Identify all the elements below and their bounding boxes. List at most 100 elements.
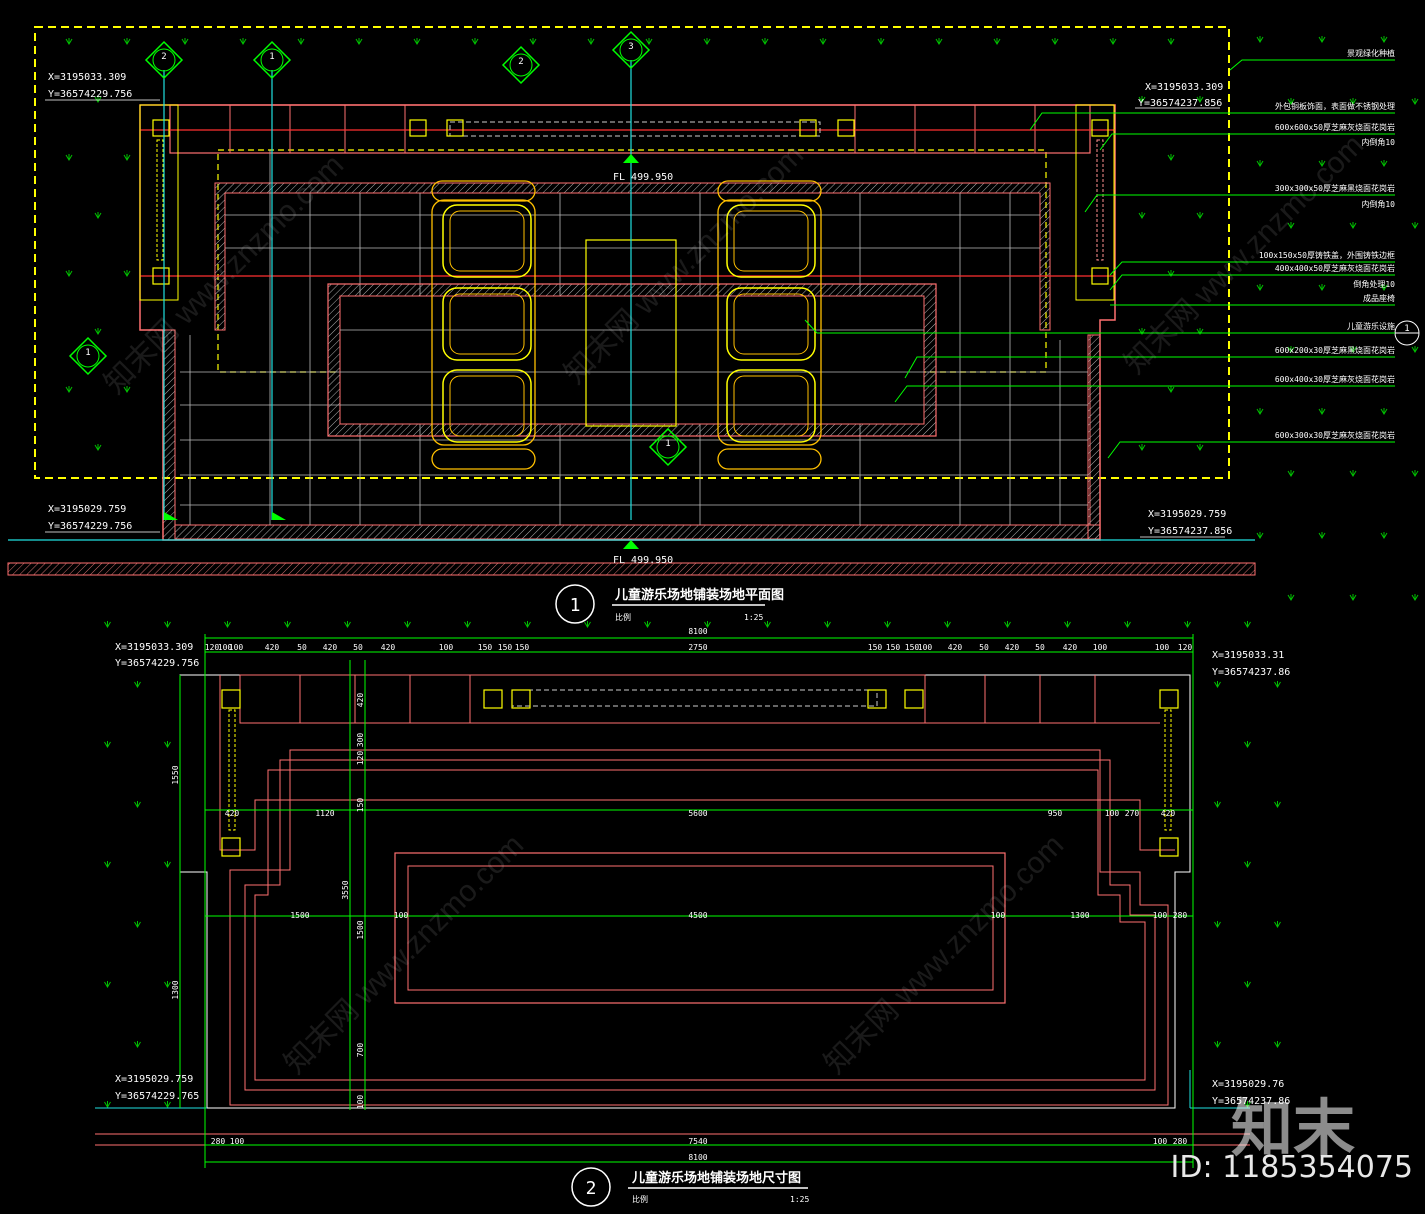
edge-band-left [162, 329, 176, 541]
grass-symbol [1138, 444, 1146, 451]
svg-text:3: 3 [628, 42, 633, 52]
grass-symbol [824, 621, 831, 628]
dimension-labels: 120100100 420 50 420 50 420 100 150 150 150 2750 15… [171, 627, 1192, 1162]
grass-symbol [1256, 160, 1264, 167]
grass-symbol [1184, 621, 1191, 628]
coord2-bl-y: Y=36574229.765 [115, 1091, 199, 1102]
grass-symbol [1318, 36, 1326, 43]
dimension-label: 7540 [688, 1137, 707, 1146]
cad-drawing-canvas[interactable]: FL 499.950 FL 499.950 X=3195033.309 Y=36… [0, 0, 1425, 1210]
dimension-label: 2750 [688, 643, 707, 652]
grass-symbol [1287, 470, 1295, 477]
grass-symbol [1196, 444, 1204, 451]
dimension-label: 280 [1173, 911, 1188, 920]
grass-symbol [703, 38, 711, 45]
callout-leader [1107, 441, 1395, 459]
section-marker[interactable]: 1 [68, 336, 108, 376]
grass-symbol [104, 1101, 111, 1108]
grass-symbol [819, 38, 827, 45]
callout-text: 儿童游乐设施 [1347, 321, 1395, 331]
dimension-label: 150 [886, 643, 901, 652]
seat-module [442, 204, 532, 278]
drain-channel [449, 121, 821, 137]
grass-symbol [1138, 212, 1146, 219]
callout-text: 内倒角10 [1361, 199, 1395, 209]
coord-br-y: Y=36574237.856 [1148, 526, 1232, 537]
seat-cushion [449, 210, 525, 272]
svg-text:2: 2 [518, 57, 523, 67]
grass-symbol [877, 38, 885, 45]
grass-symbol [94, 444, 102, 451]
dimension-label: 280 [211, 1137, 226, 1146]
grass-symbol [1349, 594, 1357, 601]
grass-symbol [1318, 284, 1326, 291]
coord2-tr-x: X=3195033.31 [1212, 650, 1284, 661]
grass-symbol [587, 38, 595, 45]
callout-leader [1109, 274, 1395, 291]
coord-tl-y: Y=36574229.756 [48, 89, 132, 100]
grass-symbol [1318, 408, 1326, 415]
dimension-label: 100 [991, 911, 1006, 920]
grass-symbol [1167, 38, 1175, 45]
dimension-label: 100 [229, 643, 244, 652]
dimension-label: 50 [353, 643, 363, 652]
grass-symbol [1411, 470, 1419, 477]
grass-symbol [1349, 222, 1357, 229]
callout-text: 外包铜板饰面，表面做不锈钢处理 [1275, 101, 1395, 111]
plan2-title: 2 儿童游乐场地铺装场地尺寸图 比例 1:25 [571, 1167, 809, 1207]
section-marker[interactable]: 2 [501, 45, 541, 85]
grass-symbol [1004, 621, 1011, 628]
dimension-label: 100 [1093, 643, 1108, 652]
coord-br-x: X=3195029.759 [1148, 509, 1226, 520]
coord2-bl-x: X=3195029.759 [115, 1074, 193, 1085]
grass-symbol [1051, 38, 1059, 45]
coord-tr-x: X=3195033.309 [1145, 82, 1223, 93]
grass-symbol [164, 621, 171, 628]
grass-symbol [134, 921, 141, 928]
dimension-label: 700 [356, 1043, 365, 1058]
grass-symbol [645, 38, 653, 45]
grass-symbol [123, 270, 131, 277]
dimension-label: 950 [1048, 809, 1063, 818]
callout-leader [894, 385, 1395, 403]
dimension-label: 1120 [315, 809, 334, 818]
grass-symbol [1274, 921, 1281, 928]
dimension-label: 50 [297, 643, 307, 652]
grass-symbol [224, 621, 231, 628]
grass-symbol [94, 212, 102, 219]
grass-symbol [134, 801, 141, 808]
dimension-label: 1300 [171, 980, 180, 999]
grass-symbol [104, 741, 111, 748]
svg-text:1: 1 [85, 348, 90, 358]
detail-marker[interactable]: 1 [1394, 320, 1420, 346]
dimension-label: 8100 [688, 1153, 707, 1162]
dimension-label: 5600 [688, 809, 707, 818]
grass-symbol [239, 38, 247, 45]
coord2-tr-y: Y=36574237.86 [1212, 667, 1290, 678]
grass-symbol [1274, 681, 1281, 688]
plan2-title-text: 儿童游乐场地铺装场地尺寸图 [631, 1170, 801, 1186]
grass-symbol [1256, 532, 1264, 539]
dimension-label: 150 [868, 643, 883, 652]
dimension-label: 4500 [688, 911, 707, 920]
dimension-label: 150 [498, 643, 513, 652]
grass-symbol [94, 328, 102, 335]
dimension-label: 8100 [688, 627, 707, 636]
grass-symbol [1349, 470, 1357, 477]
dimension-label: 100 [918, 643, 933, 652]
grass-symbol [104, 861, 111, 868]
callout-text: 600x600x50厚芝麻灰烧面花岗岩 [1275, 122, 1395, 132]
callout-text: 600x400x30厚芝麻灰烧面花岗岩 [1275, 374, 1395, 384]
svg-text:1: 1 [1404, 324, 1409, 334]
svg-text:1:25: 1:25 [790, 1195, 809, 1204]
id-label: ID: 1185354075 [1170, 1150, 1413, 1185]
grass-symbol [1411, 346, 1419, 353]
dimension-label: 50 [1035, 643, 1045, 652]
grass-symbol [524, 621, 531, 628]
coord-bl-x: X=3195029.759 [48, 504, 126, 515]
dimension-label: 420 [323, 643, 338, 652]
grass-symbol [1167, 386, 1175, 393]
grass-symbol [935, 38, 943, 45]
grass-symbol [1256, 284, 1264, 291]
plan1-title: 1 儿童游乐场地铺装场地平面图 比例 1:25 [555, 584, 784, 624]
